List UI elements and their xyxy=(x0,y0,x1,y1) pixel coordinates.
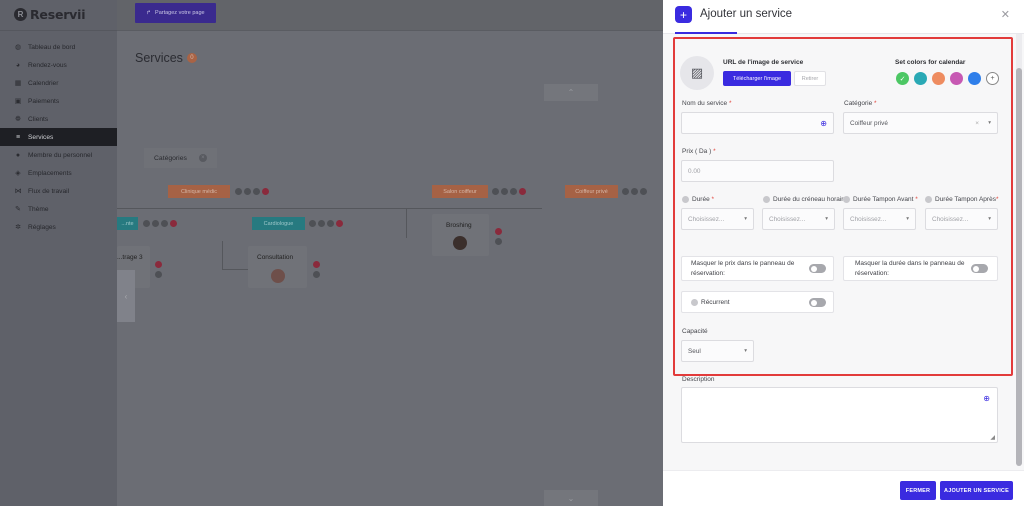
highlight-box xyxy=(673,37,1013,376)
share-icon: ↱ xyxy=(146,10,152,16)
sidebar-item-membre-du-personnel[interactable]: ● Membre du personnel xyxy=(0,146,117,164)
collapse-sidebar-button[interactable]: ‹ xyxy=(117,270,135,322)
sidebar-item-label: Réglages xyxy=(28,223,56,231)
sidebar-item-label: Clients xyxy=(28,115,49,123)
tab-categories-label: Catégories xyxy=(154,154,187,162)
sidebar-item-label: Calendrier xyxy=(28,79,59,87)
logo-text: Reservii xyxy=(30,6,86,22)
edit-icon[interactable] xyxy=(495,238,502,245)
sidebar-item-label: Membre du personnel xyxy=(28,151,93,159)
category-pill[interactable]: ...nte xyxy=(117,217,138,230)
category-actions[interactable] xyxy=(492,188,526,195)
service-card-title: ...trage 3 xyxy=(117,254,143,261)
org-line xyxy=(222,269,250,270)
sidebar-item-label: Paiements xyxy=(28,97,60,105)
sidebar-item-paiements[interactable]: ▣ Paiements xyxy=(0,92,117,110)
org-line xyxy=(117,208,542,209)
sidebar-item-label: Flux de travail xyxy=(28,187,70,195)
sidebar-item-rendez-vous[interactable]: ◕ Rendez-vous xyxy=(0,56,117,74)
dashboard-icon: ◍ xyxy=(14,44,22,51)
chevron-up-icon: ⌃ xyxy=(567,88,575,97)
category-actions[interactable] xyxy=(622,188,647,195)
location-icon: ◈ xyxy=(15,170,21,177)
sidebar: R Reservii ◍ Tableau de bord ◕ Rendez-vous ▦… xyxy=(0,0,117,506)
resize-handle-icon[interactable]: ◢ xyxy=(990,434,995,441)
panel-header: + Ajouter un service ✕ xyxy=(663,0,1024,34)
category-pill[interactable]: Coiffeur privé xyxy=(565,185,618,198)
workflow-icon: ⋈ xyxy=(14,188,22,195)
sidebar-item-calendrier[interactable]: ▦ Calendrier xyxy=(0,74,117,92)
plus-icon: + xyxy=(675,6,692,23)
add-service-button[interactable]: AJOUTER UN SERVICE xyxy=(940,481,1013,500)
services-icon: ≡ xyxy=(15,133,21,141)
delete-icon[interactable] xyxy=(155,261,162,268)
logo[interactable]: R Reservii xyxy=(14,6,86,22)
category-pill[interactable]: Clinique médic xyxy=(168,185,230,198)
globe-icon[interactable]: ⊕ xyxy=(983,394,990,403)
close-icon[interactable]: × xyxy=(198,154,207,162)
chevron-left-icon: ‹ xyxy=(124,291,128,301)
sidebar-item-label: Rendez-vous xyxy=(28,61,67,69)
sidebar-divider xyxy=(0,30,117,31)
avatar xyxy=(453,236,467,250)
gear-icon: ✲ xyxy=(15,224,21,231)
description-textarea[interactable]: ⊕ ◢ xyxy=(681,387,998,443)
sidebar-item-emplacements[interactable]: ◈ Emplacements xyxy=(0,164,117,182)
description-label: Description xyxy=(682,376,715,383)
sidebar-item-label: Tableau de bord xyxy=(28,43,76,51)
edit-icon[interactable] xyxy=(313,271,320,278)
edit-icon[interactable] xyxy=(155,271,162,278)
sidebar-item-th-me[interactable]: ✎ Thème xyxy=(0,200,117,218)
sidebar-item-services[interactable]: ≡ Services xyxy=(0,128,117,146)
delete-icon[interactable] xyxy=(313,261,320,268)
close-button[interactable]: FERMER xyxy=(900,481,936,500)
chevron-down-icon: ⌄ xyxy=(567,493,575,503)
tab-categories[interactable]: Catégories × xyxy=(144,148,217,168)
avatar xyxy=(271,269,285,283)
logo-icon: R xyxy=(14,7,27,21)
sidebar-nav: ◍ Tableau de bord ◕ Rendez-vous ▦ Calendrier ▣… xyxy=(0,38,117,236)
share-page-label: Partagez votre page xyxy=(155,10,205,16)
page-title-text: Services xyxy=(135,51,183,65)
sidebar-item-tableau-de-bord[interactable]: ◍ Tableau de bord xyxy=(0,38,117,56)
category-pill[interactable]: Salon coiffeur xyxy=(432,185,488,198)
collapse-up-button[interactable]: ⌃ xyxy=(544,84,598,101)
sidebar-item-label: Emplacements xyxy=(28,169,72,177)
calendar-check-icon: ◕ xyxy=(15,61,21,69)
wallet-icon: ▣ xyxy=(14,98,22,105)
sidebar-item-r-glages[interactable]: ✲ Réglages xyxy=(0,218,117,236)
scroll-thumb[interactable] xyxy=(1016,68,1022,466)
panel-title: Ajouter un service xyxy=(700,8,793,20)
brush-icon: ✎ xyxy=(15,206,21,213)
category-pill[interactable]: Cardiologue xyxy=(252,217,305,230)
calendar-icon: ▦ xyxy=(14,80,22,87)
sidebar-item-clients[interactable]: ❁ Clients xyxy=(0,110,117,128)
delete-icon[interactable] xyxy=(495,228,502,235)
close-panel-button[interactable]: ✕ xyxy=(1001,8,1010,21)
org-line xyxy=(406,208,407,238)
services-count-badge: 0 xyxy=(186,53,197,63)
service-card-title: Broshing xyxy=(446,222,472,229)
category-actions[interactable] xyxy=(143,220,177,227)
category-actions[interactable] xyxy=(309,220,343,227)
users-icon: ❁ xyxy=(15,116,21,123)
header-underline xyxy=(675,32,737,34)
org-line xyxy=(222,241,223,269)
sidebar-item-label: Thème xyxy=(28,205,49,213)
sidebar-item-flux-de-travail[interactable]: ⋈ Flux de travail xyxy=(0,182,117,200)
user-icon: ● xyxy=(15,151,21,159)
page-title: Services 0 xyxy=(135,51,197,65)
share-page-button[interactable]: ↱ Partagez votre page xyxy=(135,3,216,23)
expand-down-button[interactable]: ⌄ xyxy=(544,490,598,506)
sidebar-item-label: Services xyxy=(28,133,54,141)
category-actions[interactable] xyxy=(235,188,269,195)
service-card-title: Consultation xyxy=(257,254,294,261)
